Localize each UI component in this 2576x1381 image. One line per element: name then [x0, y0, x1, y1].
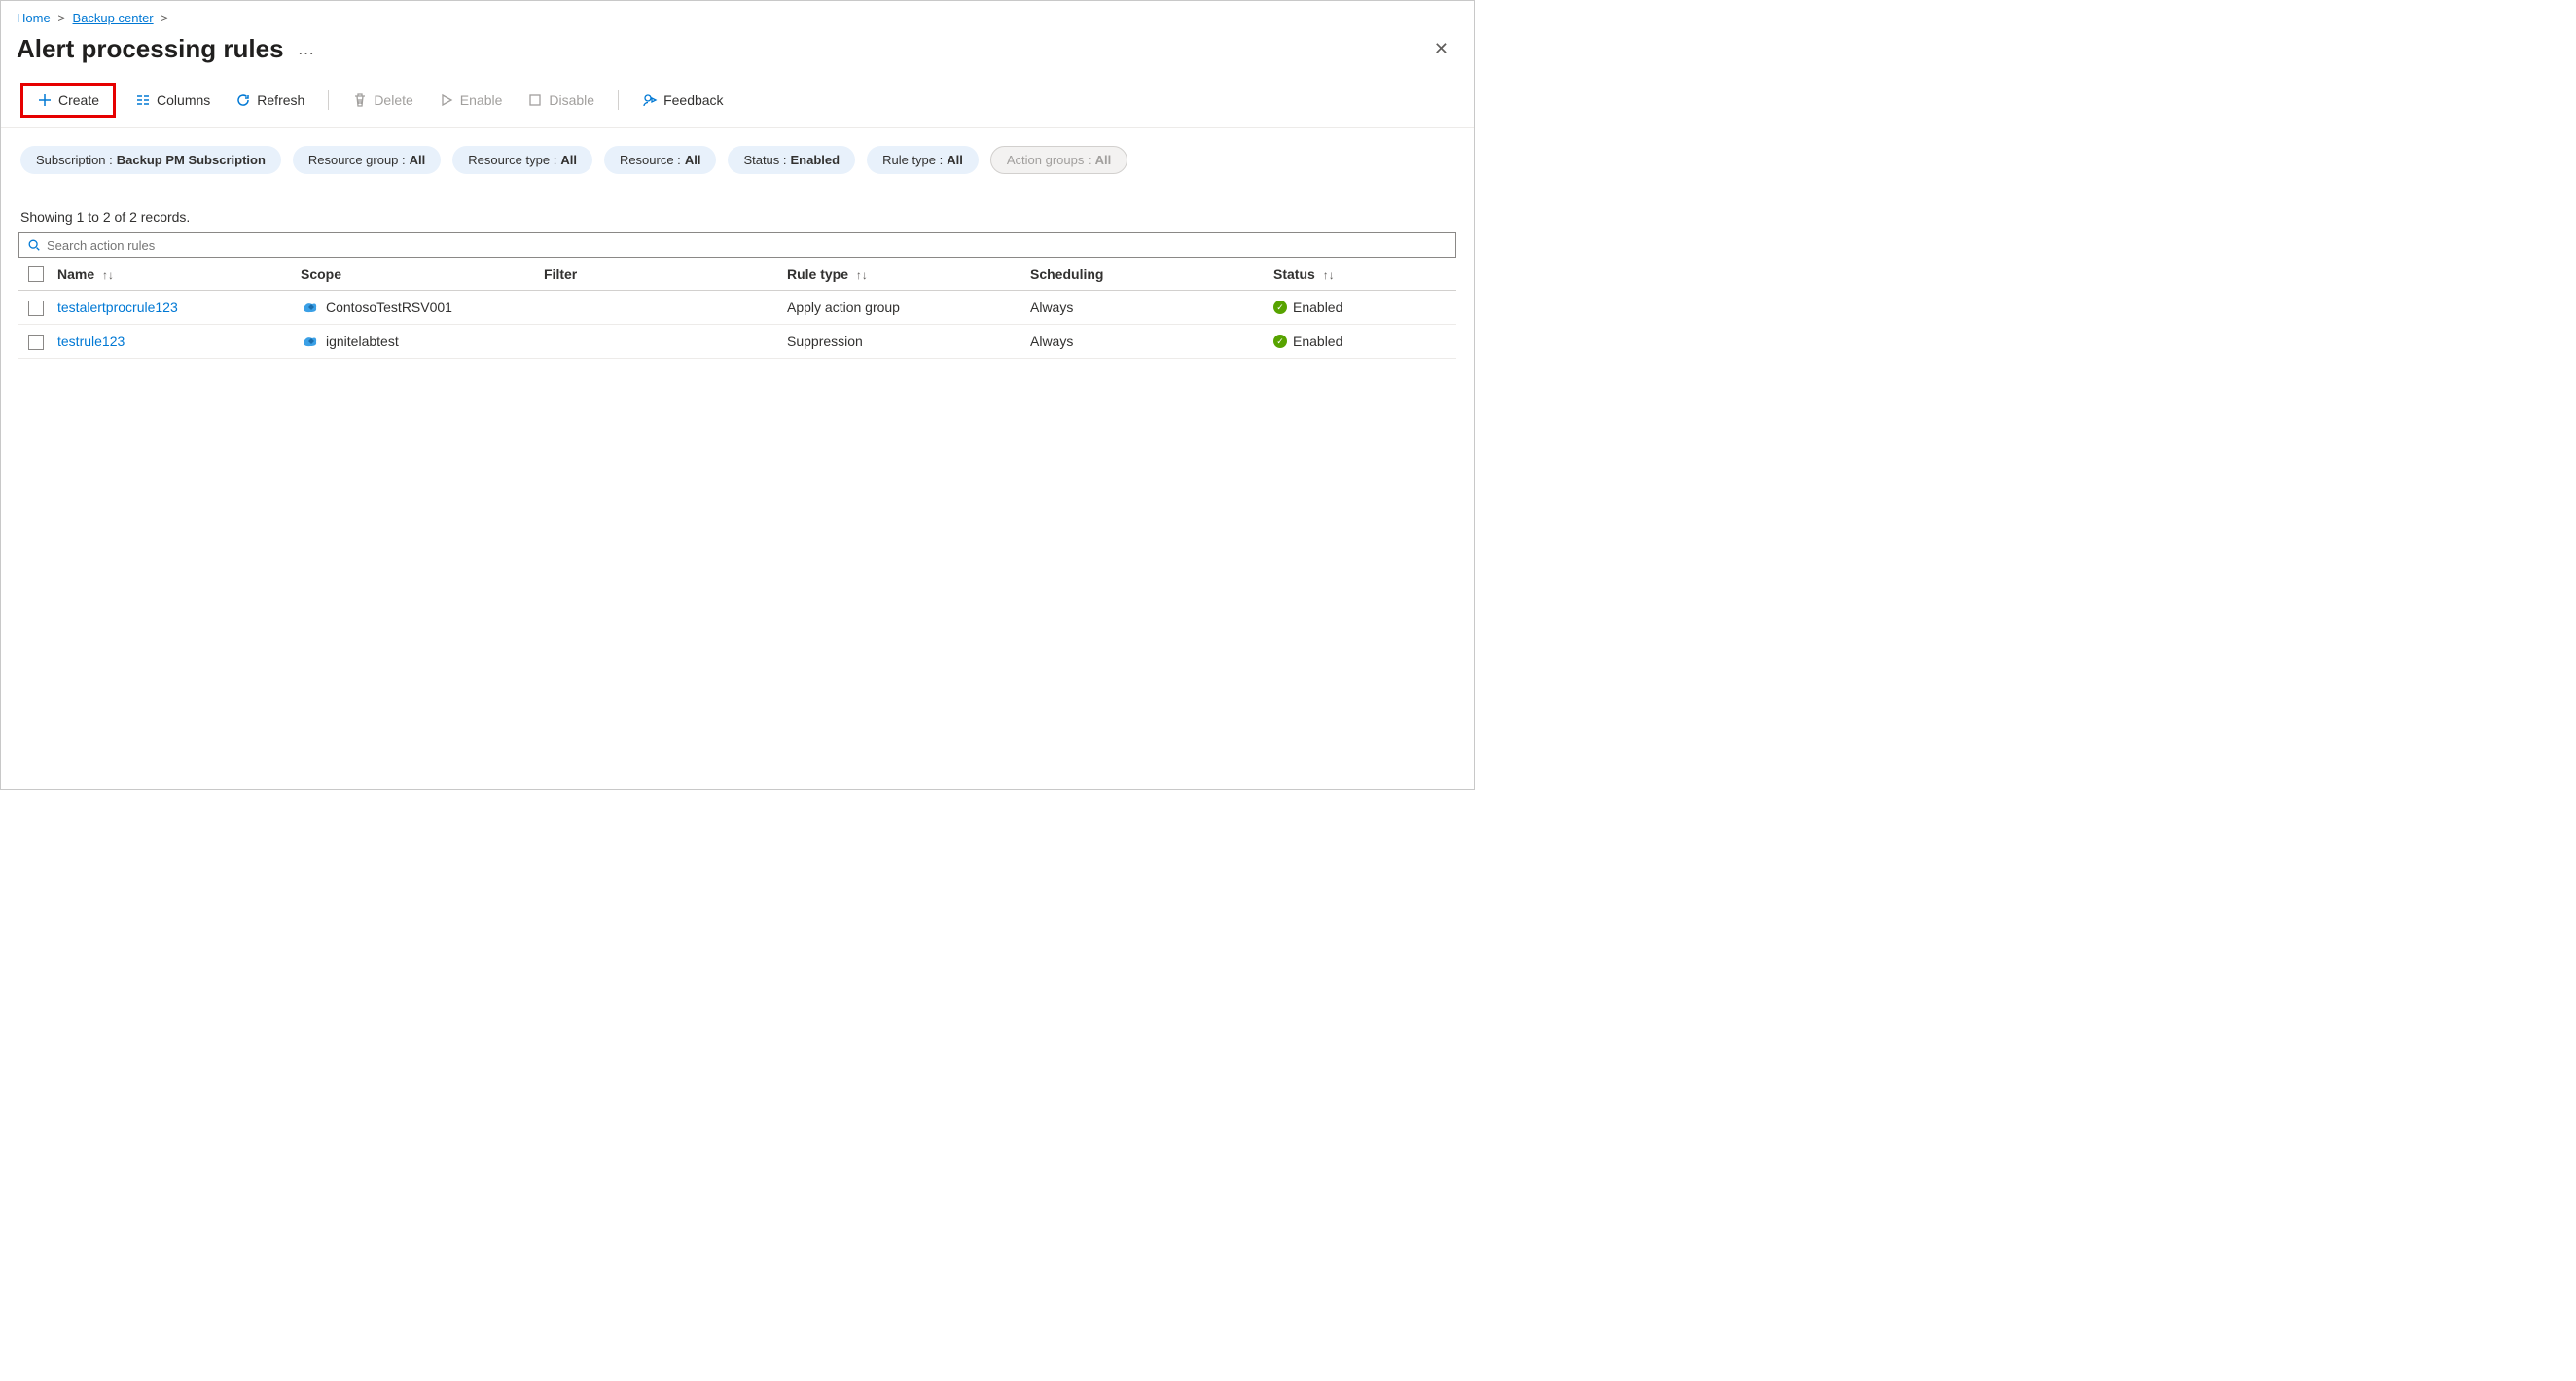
col-header-status-label: Status	[1273, 266, 1315, 282]
scope-label: ContosoTestRSV001	[326, 300, 452, 315]
vault-icon	[301, 333, 318, 350]
status-label: Enabled	[1293, 300, 1342, 315]
disable-label: Disable	[549, 92, 594, 108]
scheduling-cell: Always	[1020, 291, 1264, 325]
rule-type-cell: Apply action group	[777, 291, 1020, 325]
col-header-status[interactable]: Status ↑↓	[1264, 258, 1456, 291]
filter-pill-label: Resource :	[620, 153, 681, 167]
play-icon	[439, 92, 454, 108]
sort-icon: ↑↓	[1323, 268, 1335, 282]
table-header-row: Name ↑↓ Scope Filter Rule type ↑↓ Schedu…	[18, 258, 1456, 291]
feedback-icon	[642, 92, 658, 108]
status-enabled-icon: ✓	[1273, 301, 1287, 314]
breadcrumb: Home > Backup center >	[1, 1, 1474, 29]
search-icon	[27, 238, 41, 252]
create-button-highlight: Create	[20, 83, 116, 118]
enable-label: Enable	[460, 92, 503, 108]
plus-icon	[37, 92, 53, 108]
status-cell: ✓ Enabled	[1273, 300, 1447, 315]
scheduling-cell: Always	[1020, 325, 1264, 359]
filter-pill-label: Action groups :	[1007, 153, 1091, 167]
filter-pill: Action groups : All	[990, 146, 1127, 174]
filter-pill-label: Subscription :	[36, 153, 113, 167]
filter-pill[interactable]: Resource type : All	[452, 146, 592, 174]
filter-pill-value: Enabled	[791, 153, 841, 167]
scope-cell: ContosoTestRSV001	[301, 299, 524, 316]
filter-pill-value: Backup PM Subscription	[117, 153, 266, 167]
trash-icon	[352, 92, 368, 108]
filter-pill-value: All	[685, 153, 701, 167]
col-header-name-label: Name	[57, 266, 94, 282]
table-row: testrule123 ignitelabtest SuppressionAlway…	[18, 325, 1456, 359]
scope-cell: ignitelabtest	[301, 333, 524, 350]
row-checkbox[interactable]	[28, 335, 44, 350]
rule-name-link[interactable]: testrule123	[57, 334, 125, 349]
create-label: Create	[58, 92, 99, 108]
close-button[interactable]: ✕	[1424, 33, 1458, 65]
columns-label: Columns	[157, 92, 210, 108]
create-button[interactable]: Create	[31, 89, 105, 112]
status-enabled-icon: ✓	[1273, 335, 1287, 348]
filter-pill[interactable]: Subscription : Backup PM Subscription	[20, 146, 281, 174]
rule-name-link[interactable]: testalertprocrule123	[57, 300, 178, 315]
col-header-name[interactable]: Name ↑↓	[48, 258, 291, 291]
disable-button: Disable	[521, 89, 600, 112]
filter-pill-label: Resource group :	[308, 153, 406, 167]
breadcrumb-backup-center[interactable]: Backup center	[73, 11, 154, 25]
table-row: testalertprocrule123 ContosoTestRSV001 App…	[18, 291, 1456, 325]
toolbar-divider	[328, 90, 329, 110]
filter-bar: Subscription : Backup PM Subscription Reso…	[1, 128, 1474, 182]
col-header-rule-type[interactable]: Rule type ↑↓	[777, 258, 1020, 291]
col-header-ruletype-label: Rule type	[787, 266, 848, 282]
more-button[interactable]: …	[298, 39, 317, 59]
filter-pill[interactable]: Resource : All	[604, 146, 717, 174]
toolbar: Create Columns Refresh Delete Enable Dis…	[1, 77, 1474, 128]
toolbar-divider	[618, 90, 619, 110]
col-header-scheduling[interactable]: Scheduling	[1020, 258, 1264, 291]
filter-pill-value: All	[947, 153, 963, 167]
filter-pill-value: All	[560, 153, 577, 167]
feedback-label: Feedback	[663, 92, 723, 108]
breadcrumb-sep: >	[161, 11, 168, 25]
records-summary: Showing 1 to 2 of 2 records.	[1, 182, 1474, 232]
search-input[interactable]	[41, 234, 1448, 257]
refresh-label: Refresh	[257, 92, 304, 108]
feedback-button[interactable]: Feedback	[636, 89, 729, 112]
page-title: Alert processing rules	[17, 34, 284, 64]
select-all-checkbox[interactable]	[28, 266, 44, 282]
filter-pill[interactable]: Resource group : All	[293, 146, 441, 174]
rules-table: Name ↑↓ Scope Filter Rule type ↑↓ Schedu…	[18, 258, 1456, 359]
scope-label: ignitelabtest	[326, 334, 399, 349]
refresh-icon	[235, 92, 251, 108]
filter-pill-value: All	[1095, 153, 1112, 167]
columns-button[interactable]: Columns	[129, 89, 216, 112]
filter-cell	[534, 291, 777, 325]
row-checkbox[interactable]	[28, 301, 44, 316]
delete-label: Delete	[374, 92, 412, 108]
stop-icon	[527, 92, 543, 108]
title-row: Alert processing rules … ✕	[1, 29, 1474, 77]
sort-icon: ↑↓	[102, 268, 114, 282]
status-label: Enabled	[1293, 334, 1342, 349]
vault-icon	[301, 299, 318, 316]
filter-pill[interactable]: Status : Enabled	[728, 146, 855, 174]
refresh-button[interactable]: Refresh	[230, 89, 310, 112]
search-container	[18, 232, 1456, 258]
rule-type-cell: Suppression	[777, 325, 1020, 359]
filter-cell	[534, 325, 777, 359]
enable-button: Enable	[433, 89, 509, 112]
columns-icon	[135, 92, 151, 108]
filter-pill-label: Status :	[743, 153, 786, 167]
filter-pill[interactable]: Rule type : All	[867, 146, 979, 174]
breadcrumb-home[interactable]: Home	[17, 11, 51, 25]
sort-icon: ↑↓	[856, 268, 868, 282]
delete-button: Delete	[346, 89, 418, 112]
col-header-filter[interactable]: Filter	[534, 258, 777, 291]
col-header-scope[interactable]: Scope	[291, 258, 534, 291]
filter-pill-label: Rule type :	[882, 153, 943, 167]
breadcrumb-sep: >	[57, 11, 65, 25]
filter-pill-value: All	[410, 153, 426, 167]
status-cell: ✓ Enabled	[1273, 334, 1447, 349]
filter-pill-label: Resource type :	[468, 153, 556, 167]
